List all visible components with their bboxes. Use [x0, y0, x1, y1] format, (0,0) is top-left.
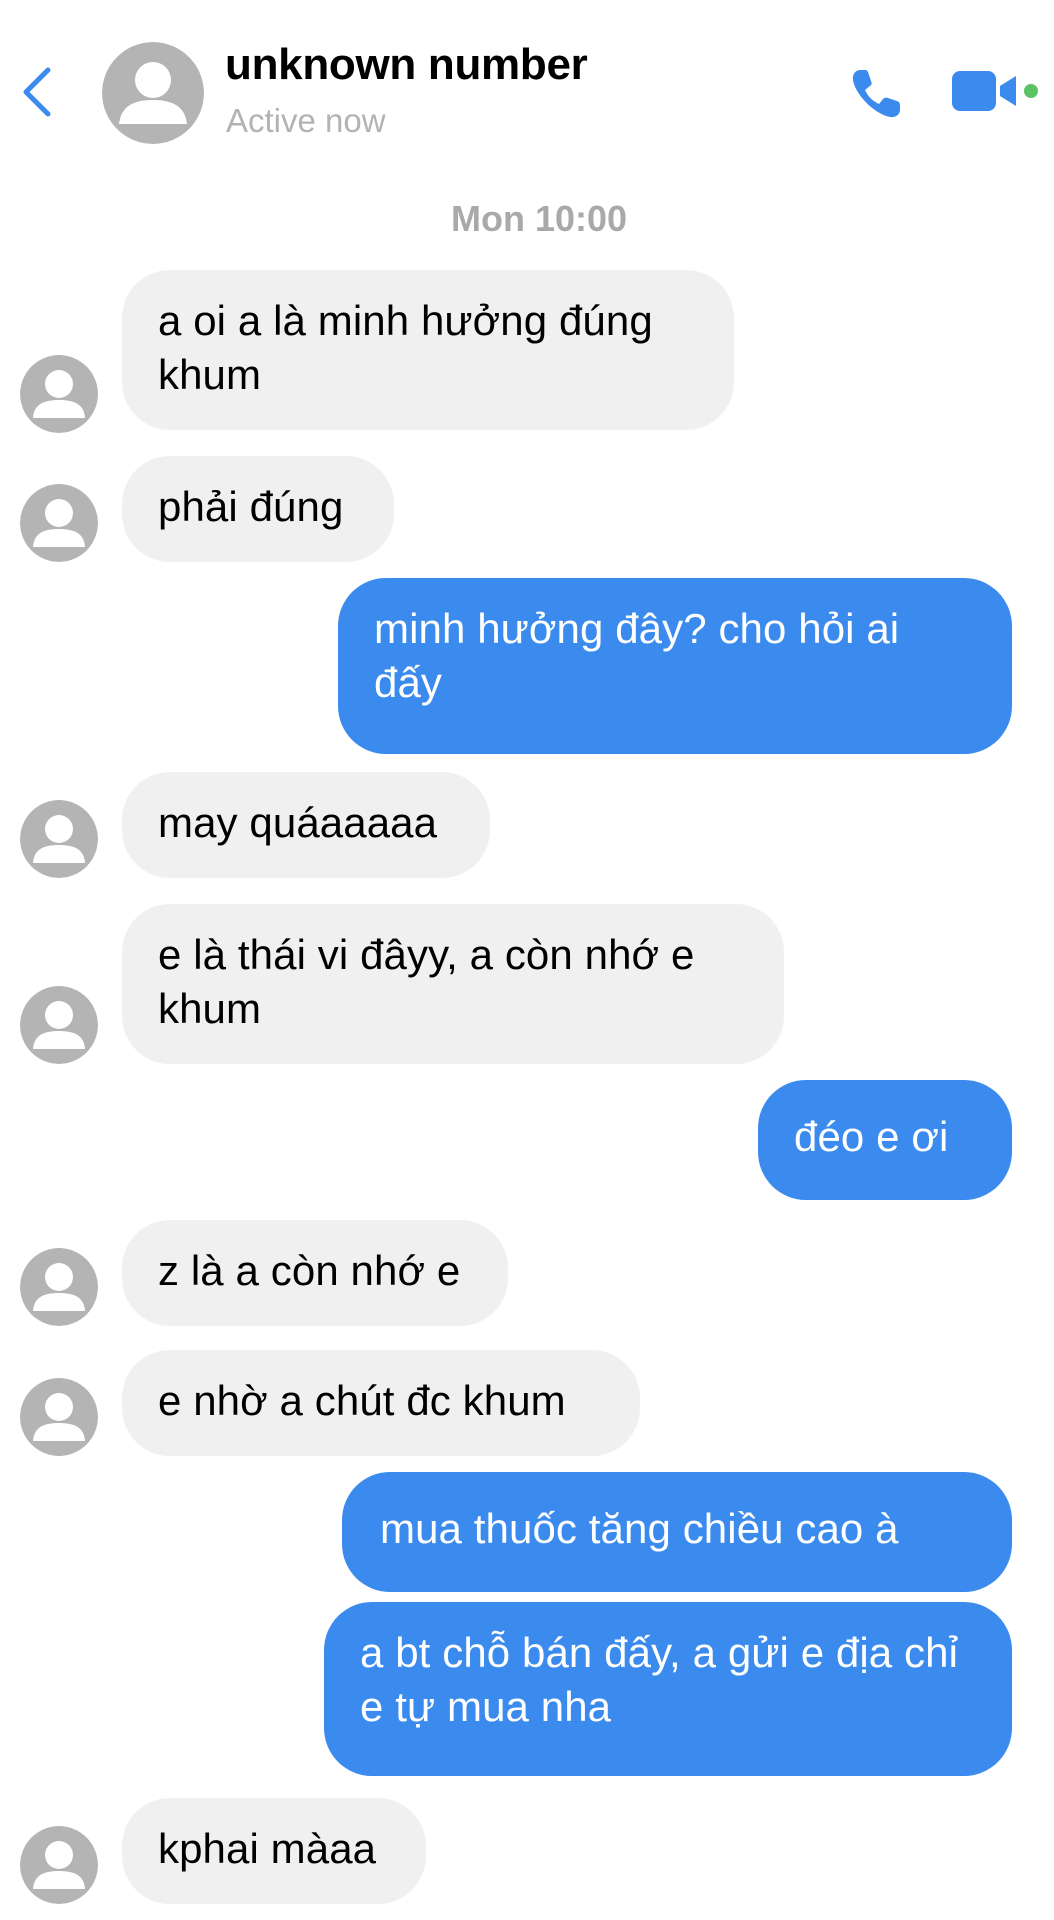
received-message[interactable]: kphai màaa — [122, 1798, 426, 1904]
sender-avatar[interactable] — [20, 986, 98, 1064]
video-call-button[interactable] — [950, 68, 1020, 114]
sent-message[interactable]: minh hưởng đây? cho hỏi ai đấy — [338, 578, 1012, 754]
default-avatar-icon — [20, 986, 98, 1064]
sender-avatar[interactable] — [20, 1248, 98, 1326]
sender-avatar[interactable] — [20, 800, 98, 878]
default-avatar-icon — [20, 1826, 98, 1904]
default-avatar-icon — [20, 484, 98, 562]
voice-call-button[interactable] — [846, 64, 906, 124]
default-avatar-icon — [20, 800, 98, 878]
sender-avatar[interactable] — [20, 484, 98, 562]
received-message[interactable]: e nhờ a chút đc khum — [122, 1350, 640, 1456]
message-timestamp: Mon 10:00 — [450, 198, 628, 239]
sender-avatar[interactable] — [20, 1378, 98, 1456]
sent-message[interactable]: đéo e ơi — [758, 1080, 1012, 1200]
sent-message[interactable]: a bt chỗ bán đấy, a gửi e địa chỉ e tự m… — [324, 1602, 1012, 1776]
default-avatar-icon — [102, 42, 204, 144]
received-message[interactable]: z là a còn nhớ e — [122, 1220, 508, 1326]
contact-name[interactable]: unknown number — [225, 40, 588, 90]
received-message[interactable]: phải đúng — [122, 456, 394, 562]
online-indicator — [1024, 84, 1038, 98]
video-camera-icon — [952, 71, 1016, 111]
sender-avatar[interactable] — [20, 355, 98, 433]
contact-avatar[interactable] — [102, 42, 204, 144]
received-message[interactable]: e là thái vi đâyy, a còn nhớ e khum — [122, 904, 784, 1064]
received-message[interactable]: a oi a là minh hưởng đúng khum — [122, 270, 734, 430]
received-message[interactable]: may quáaaaaa — [122, 772, 490, 878]
default-avatar-icon — [20, 1248, 98, 1326]
default-avatar-icon — [20, 355, 98, 433]
chevron-left-icon — [23, 67, 51, 117]
sender-avatar[interactable] — [20, 1826, 98, 1904]
chat-header: unknown number Active now — [0, 0, 1054, 160]
back-button[interactable] — [14, 60, 58, 124]
active-status: Active now — [226, 102, 386, 139]
sent-message[interactable]: mua thuốc tăng chiều cao à — [342, 1472, 1012, 1592]
phone-icon — [852, 70, 900, 118]
default-avatar-icon — [20, 1378, 98, 1456]
